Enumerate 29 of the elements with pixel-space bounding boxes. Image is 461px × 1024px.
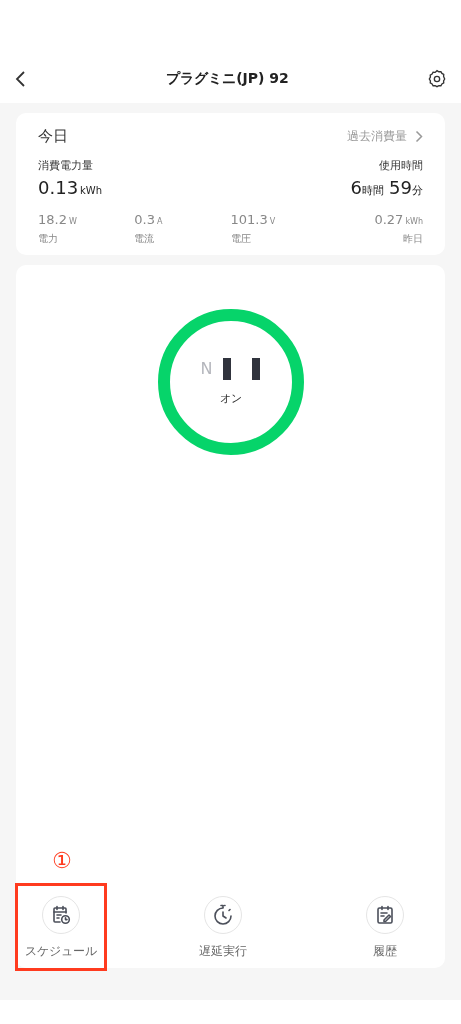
stat-value: 18.2 W xyxy=(38,211,77,229)
stat-value: 0.27 kWh xyxy=(374,211,423,229)
back-icon[interactable] xyxy=(14,69,28,88)
pole-mark: N xyxy=(200,357,213,380)
power-ring[interactable]: N オン xyxy=(157,309,304,455)
clipboard-pen-icon xyxy=(375,905,395,925)
socket-slot-icon xyxy=(252,357,261,380)
stat-label: 電力 xyxy=(38,232,58,246)
action-button[interactable]: 遅延実行 xyxy=(177,883,269,971)
step-marker: ① xyxy=(52,850,72,872)
power-status: オン xyxy=(219,390,242,407)
energy-value: 0.13 kWh xyxy=(38,176,103,200)
stat-label: 電流 xyxy=(134,232,155,246)
socket-slot-icon xyxy=(223,357,232,380)
stat-value: 101.3 V xyxy=(230,211,276,229)
calendar-clock-icon xyxy=(51,905,71,925)
action-button[interactable]: 履歴 xyxy=(339,883,431,971)
stat-value: 0.3 A xyxy=(134,211,163,229)
settings-icon[interactable] xyxy=(427,68,447,89)
energy-label: 消費電力量 xyxy=(38,157,94,174)
action-button[interactable]: スケジュール xyxy=(15,883,107,971)
usage-value: 6時間 59分 xyxy=(350,176,423,200)
stopwatch-icon xyxy=(212,904,234,926)
stat-label: 電圧 xyxy=(230,232,251,246)
device-title: プラグミニ(JP) 92 xyxy=(166,69,289,88)
chevron-right-icon xyxy=(415,129,423,143)
card-title: 今日 xyxy=(38,126,68,147)
stat-label: 昨日 xyxy=(403,232,423,246)
usage-label: 使用時間 xyxy=(379,157,423,174)
